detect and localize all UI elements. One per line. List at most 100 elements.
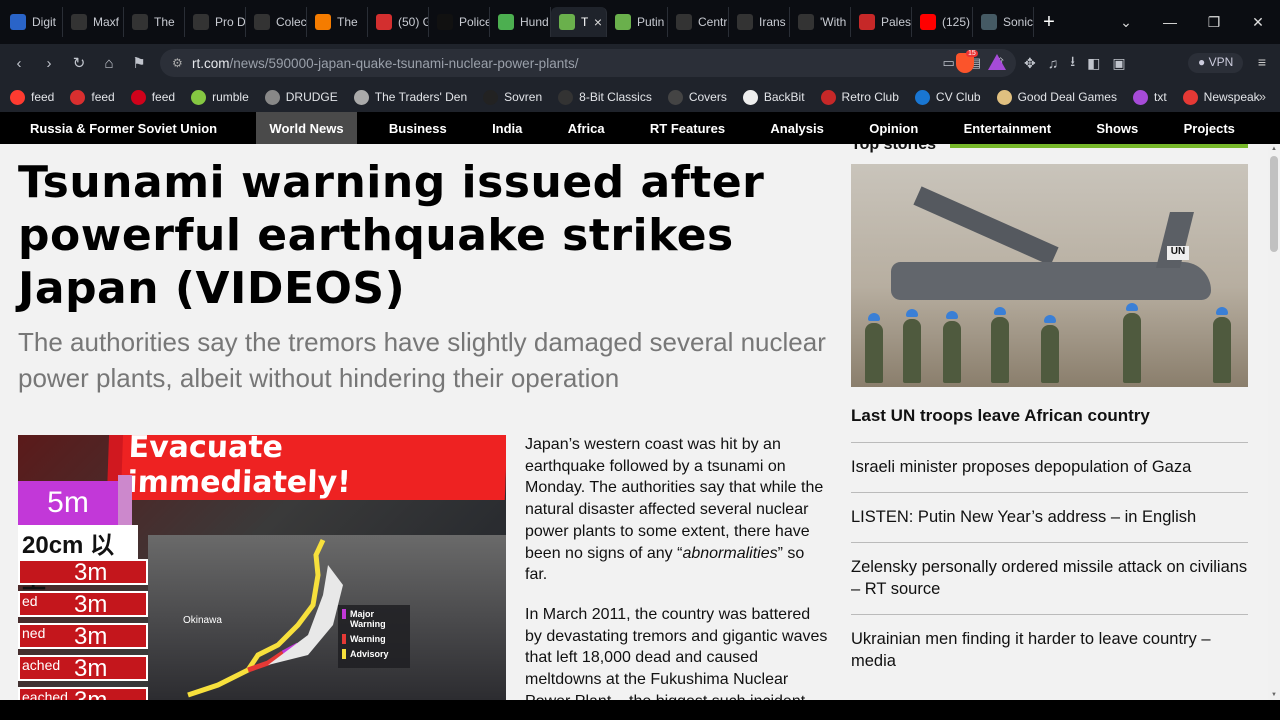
downloads-icon[interactable]: ⭳ [1070,51,1075,75]
nav-item[interactable]: India [479,112,535,144]
nav-item[interactable]: World News [256,112,357,144]
wallet-icon[interactable]: ▣ [1112,55,1125,72]
tab-3[interactable]: Pro D [185,7,246,37]
top-story-headline[interactable]: Last UN troops leave African country [851,406,1248,426]
top-stories-title: Top stories [851,144,937,153]
page-scrollbar[interactable]: ▲ ▼ [1268,144,1280,700]
bookmark-item[interactable]: DRUDGE [264,89,338,105]
scroll-up-icon[interactable]: ▲ [1270,146,1278,152]
reload-icon[interactable]: ↻ [64,54,94,72]
bookmark-item[interactable]: The Traders' Den [353,89,467,105]
tab-15[interactable]: (125) [912,7,973,37]
nav-item[interactable]: Opinion [856,112,931,144]
url-domain: rt.com [192,55,230,71]
sidebar-icon[interactable]: ◧ [1087,55,1100,72]
close-window-icon[interactable]: ✕ [1236,14,1280,31]
wave-row: ached 3m [18,655,148,682]
rt-icon [615,14,631,30]
new-tab-button[interactable]: + [1034,11,1064,34]
tab-search-icon[interactable]: ⌄ [1104,14,1148,31]
media-icon[interactable]: ♫ [1048,55,1059,71]
site-settings-icon[interactable]: ⚙ [172,56,192,70]
nav-item[interactable]: RT Features [637,112,738,144]
bookmark-item[interactable]: rumble [191,89,249,105]
un-marking: UN [1167,246,1189,260]
bookmark-item[interactable]: BackBit [742,89,805,105]
tab-10[interactable]: Putin [607,7,668,37]
nav-item[interactable]: Africa [555,112,618,144]
tab-label: Hund [520,15,549,29]
tab-5[interactable]: The [307,7,368,37]
close-tab-icon[interactable]: × [594,14,602,30]
wave-row: 3m [18,559,148,586]
tab-14[interactable]: Pales [851,7,912,37]
scroll-thumb[interactable] [1270,156,1278,252]
restore-icon[interactable]: ❐ [1192,14,1236,31]
bookmark-favicon [742,89,758,105]
top-story-image[interactable]: UN [851,164,1248,387]
nav-item[interactable]: Projects [1171,112,1248,144]
paragraph-2: In March 2011, the country was battered … [525,605,828,700]
bookmark-item[interactable]: Newspeak [1182,89,1260,105]
bookmark-item[interactable]: CV Club [914,89,981,105]
wave-row: eached 3m [18,687,148,700]
bookmark-item[interactable]: Retro Club [820,89,899,105]
brave-rewards-icon[interactable] [988,54,1006,70]
tab-0[interactable]: Digit [2,7,63,37]
bookmark-item[interactable]: feed [130,89,175,105]
person-icon [798,14,814,30]
nav-item[interactable]: Shows [1083,112,1151,144]
bookmark-item[interactable]: Sovren [483,89,542,105]
shields-count-badge: 15 [966,50,978,57]
tab-6[interactable]: (50) G [368,7,429,37]
nav-item[interactable]: Entertainment [951,112,1064,144]
address-bar[interactable]: ⚙ rt.com/news/590000-japan-quake-tsunami… [160,49,1016,77]
tab-2[interactable]: The [124,7,185,37]
tab-16[interactable]: Sonic [973,7,1034,37]
bookmark-item[interactable]: 8-Bit Classics [558,89,652,105]
bookmark-item[interactable]: feed [10,89,54,105]
tab-8[interactable]: Hund [490,7,551,37]
more-bookmarks-icon[interactable]: » [1259,89,1266,104]
cast-icon[interactable]: ▭ [943,55,955,71]
bookmark-favicon [264,89,280,105]
bookmark-favicon [914,89,930,105]
tab-1[interactable]: Maxf [63,7,124,37]
paragraph-1: Japan’s western coast was hit by an eart… [525,434,830,586]
bookmark-item[interactable]: feed [70,89,115,105]
top-story-link[interactable]: Ukrainian men finding it harder to leave… [851,614,1248,686]
warning-legend: Major Warning Warning Advisory [338,605,410,668]
tab-13[interactable]: 'With [790,7,851,37]
tab-4[interactable]: Colec [246,7,307,37]
bookmark-item[interactable]: txt [1132,89,1167,105]
bookmark-item[interactable]: Good Deal Games [996,89,1117,105]
back-icon[interactable]: ‹ [4,55,34,72]
tab-12[interactable]: Irans [729,7,790,37]
tab-9[interactable]: T × [551,7,607,37]
url-text[interactable]: rt.com/news/590000-japan-quake-tsunami-n… [192,56,578,71]
extensions-icon[interactable]: ✥ [1024,55,1036,72]
page-content: Tsunami warning issued after powerful ea… [0,144,1268,700]
home-icon[interactable]: ⌂ [94,55,124,72]
article-image[interactable]: Evacuate immediately! 5m 20cm 以上 3med3mn… [18,435,506,700]
bookmark-item[interactable]: Covers [667,89,727,105]
minimize-icon[interactable]: — [1148,14,1192,30]
bookmark-label: Good Deal Games [1017,90,1117,104]
tab-11[interactable]: Centr [668,7,729,37]
scroll-down-icon[interactable]: ▼ [1270,692,1278,698]
bookmark-icon[interactable]: ⚑ [124,54,154,72]
url-path: /news/590000-japan-quake-tsunami-nuclear… [229,55,579,71]
nav-item[interactable]: Analysis [757,112,836,144]
browser-menu-icon[interactable]: ≡ [1258,54,1266,70]
nav-item[interactable]: Business [376,112,460,144]
top-story-link[interactable]: Israeli minister proposes depopulation o… [851,442,1248,492]
tab-7[interactable]: Police [429,7,490,37]
bookmark-favicon [130,89,146,105]
tab-label: (125) [942,15,971,29]
nav-item[interactable]: Russia & Former Soviet Union [0,112,237,144]
top-story-link[interactable]: LISTEN: Putin New Year’s address – in En… [851,492,1248,542]
top-story-link[interactable]: Zelensky personally ordered missile atta… [851,542,1248,614]
vpn-button[interactable]: ● VPN [1188,53,1244,73]
forward-icon[interactable]: › [34,55,64,72]
legend-entry: Advisory [342,649,406,659]
